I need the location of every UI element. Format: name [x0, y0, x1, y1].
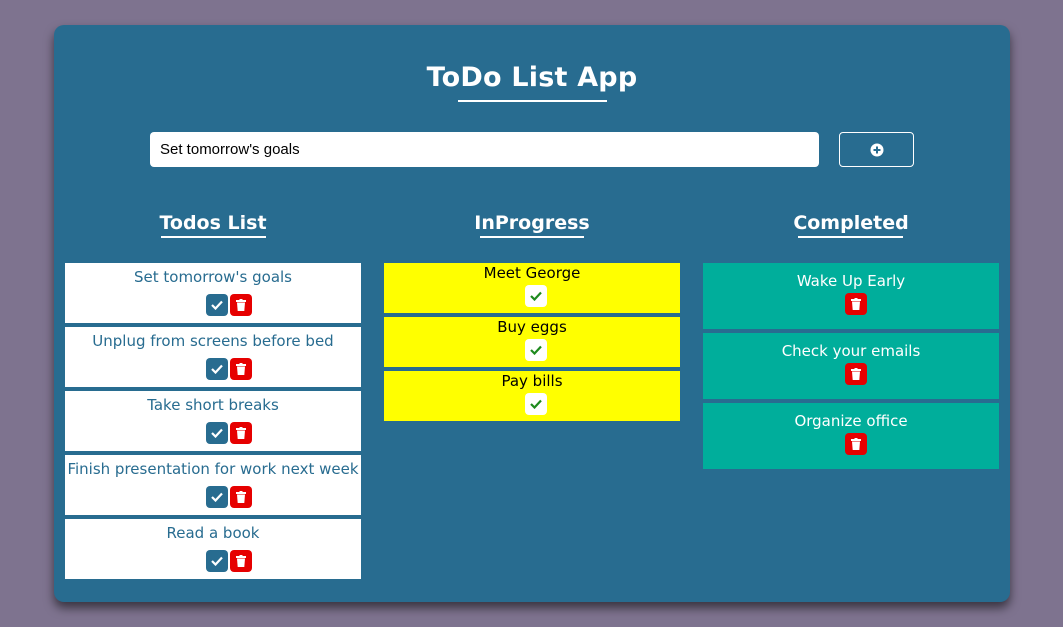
trash-icon [236, 427, 246, 439]
completed-item: Organize office [703, 403, 999, 469]
plus-circle-icon [870, 143, 883, 156]
trash-icon [236, 363, 246, 375]
delete-button[interactable] [230, 358, 252, 380]
completed-item: Wake Up Early [703, 263, 999, 329]
check-icon [530, 399, 542, 409]
move-to-inprogress-button[interactable] [206, 550, 228, 572]
check-icon [530, 345, 542, 355]
delete-button[interactable] [230, 422, 252, 444]
todos-column-title: Todos List [159, 212, 267, 234]
check-icon [211, 492, 223, 502]
move-to-inprogress-button[interactable] [206, 422, 228, 444]
completed-column-title: Completed [793, 212, 909, 234]
todo-item-text: Unplug from screens before bed [92, 332, 334, 350]
todo-item-text: Finish presentation for work next week [67, 460, 359, 478]
inprogress-item: Pay bills [384, 371, 680, 421]
todo-item-text: Take short breaks [147, 396, 279, 414]
complete-button[interactable] [525, 285, 547, 307]
complete-button[interactable] [525, 393, 547, 415]
todo-item-text: Set tomorrow's goals [133, 268, 292, 286]
inprogress-item-text: Pay bills [501, 372, 563, 390]
todo-item: Unplug from screens before bed [65, 327, 361, 387]
check-icon [530, 291, 542, 301]
page-title: ToDo List App [426, 62, 638, 93]
check-icon [211, 300, 223, 310]
completed-item: Check your emails [703, 333, 999, 399]
todos-title-underline [161, 236, 266, 238]
inprogress-item-text: Meet George [483, 264, 581, 282]
trash-icon [851, 298, 861, 310]
move-to-inprogress-button[interactable] [206, 358, 228, 380]
trash-icon [851, 368, 861, 380]
app-container: ToDo List App Todos List InProgress Comp… [54, 25, 1010, 602]
check-icon [211, 364, 223, 374]
todo-item: Set tomorrow's goals [65, 263, 361, 323]
inprogress-item: Buy eggs [384, 317, 680, 367]
inprogress-column-title: InProgress [474, 212, 590, 234]
completed-item-text: Organize office [794, 412, 908, 430]
delete-button[interactable] [845, 363, 867, 385]
add-todo-button[interactable] [839, 132, 914, 167]
title-underline [458, 100, 607, 102]
completed-item-text: Wake Up Early [796, 272, 906, 290]
move-to-inprogress-button[interactable] [206, 486, 228, 508]
check-icon [211, 556, 223, 566]
todo-input[interactable] [150, 132, 819, 167]
trash-icon [236, 299, 246, 311]
trash-icon [851, 438, 861, 450]
trash-icon [236, 555, 246, 567]
inprogress-item-text: Buy eggs [497, 318, 567, 336]
todo-item: Take short breaks [65, 391, 361, 451]
complete-button[interactable] [525, 339, 547, 361]
completed-title-underline [798, 236, 903, 238]
delete-button[interactable] [845, 433, 867, 455]
inprogress-item: Meet George [384, 263, 680, 313]
check-icon [211, 428, 223, 438]
move-to-inprogress-button[interactable] [206, 294, 228, 316]
delete-button[interactable] [230, 294, 252, 316]
todo-item: Finish presentation for work next week [65, 455, 361, 515]
completed-item-text: Check your emails [781, 342, 921, 360]
todo-item: Read a book [65, 519, 361, 579]
todo-item-text: Read a book [166, 524, 260, 542]
delete-button[interactable] [230, 486, 252, 508]
delete-button[interactable] [230, 550, 252, 572]
trash-icon [236, 491, 246, 503]
inprogress-title-underline [480, 236, 584, 238]
delete-button[interactable] [845, 293, 867, 315]
